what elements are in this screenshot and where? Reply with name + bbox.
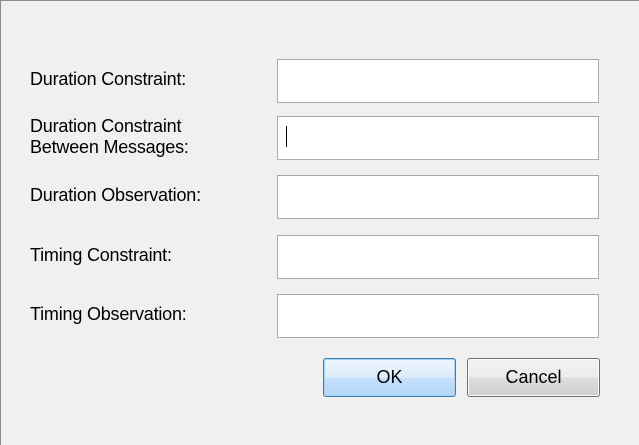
duration-observation-input[interactable] (277, 175, 599, 219)
duration-timing-dialog: Duration Constraint: Duration Constraint… (0, 0, 639, 445)
timing-observation-input[interactable] (277, 294, 599, 338)
timing-constraint-input[interactable] (277, 235, 599, 279)
duration-constraint-between-messages-input[interactable] (277, 116, 599, 160)
timing-observation-label: Timing Observation: (30, 304, 187, 324)
cancel-button[interactable]: Cancel (467, 358, 600, 397)
duration-constraint-input[interactable] (277, 59, 599, 103)
duration-observation-label: Duration Observation: (30, 185, 201, 205)
ok-button-label: OK (376, 367, 403, 387)
text-caret (286, 126, 287, 147)
cancel-button-label: Cancel (505, 367, 562, 387)
duration-constraint-label: Duration Constraint: (30, 69, 187, 89)
timing-constraint-label: Timing Constraint: (30, 245, 172, 265)
ok-button[interactable]: OK (323, 358, 456, 397)
duration-constraint-between-messages-label: Duration Constraint Between Messages: (30, 116, 189, 157)
